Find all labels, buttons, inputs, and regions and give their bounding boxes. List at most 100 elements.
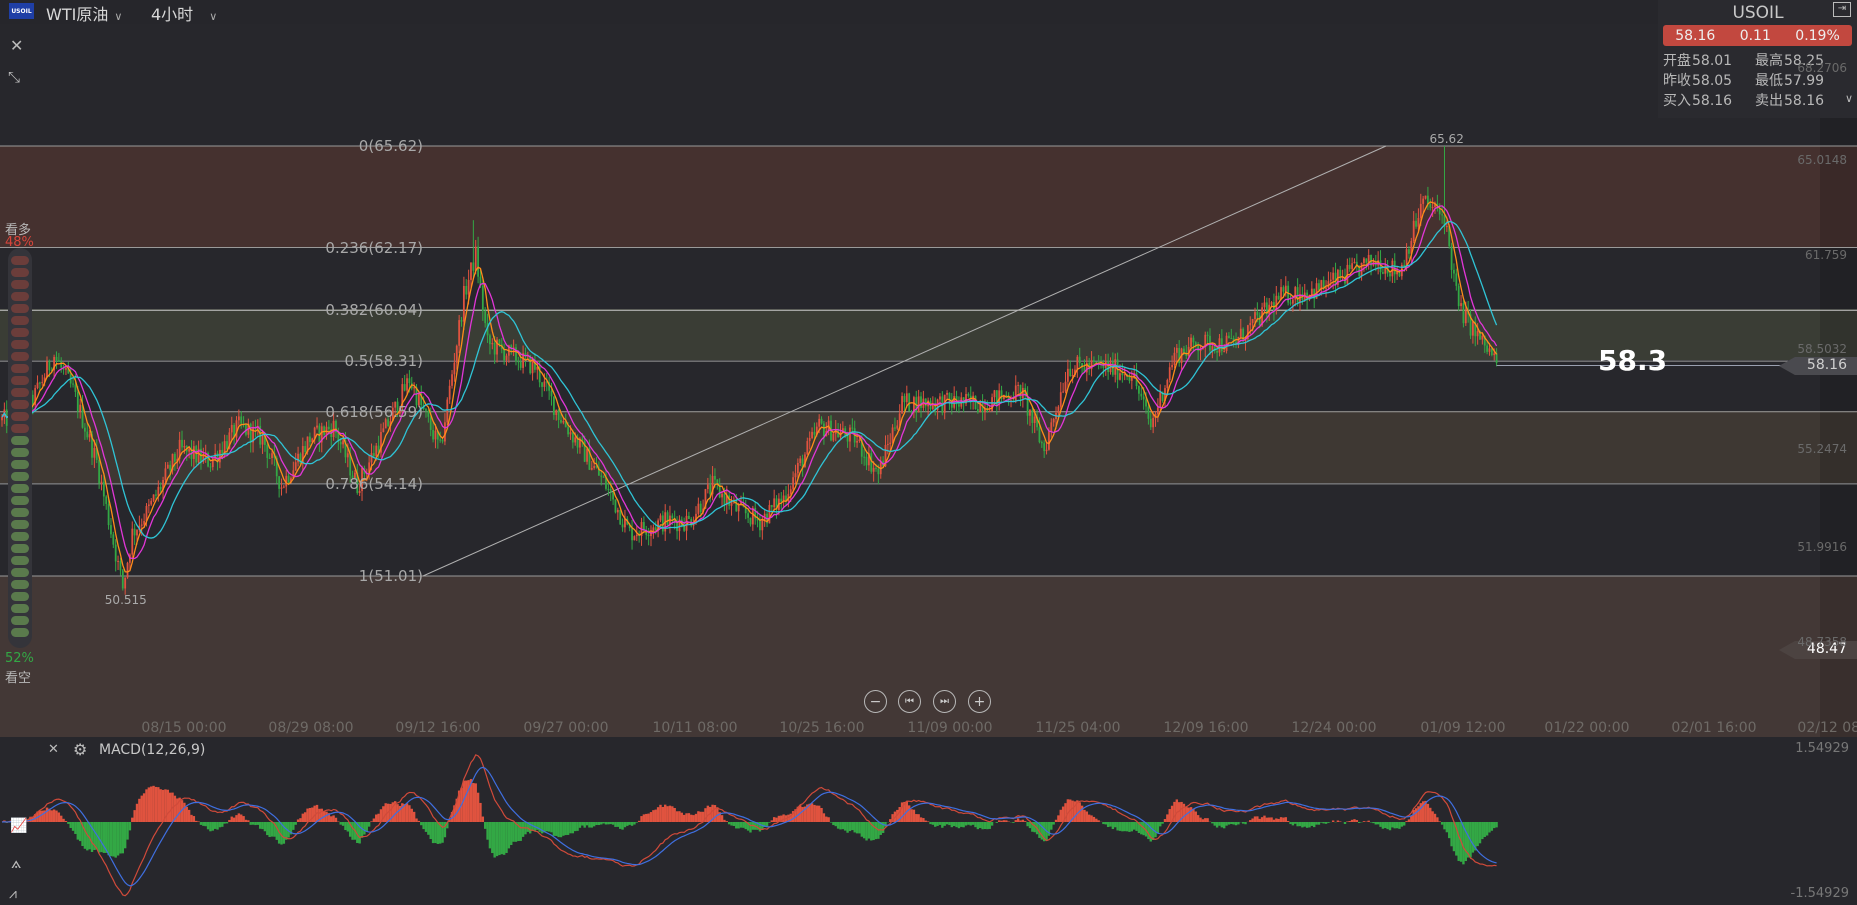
- candle-body: [435, 431, 437, 440]
- macd-histogram-bar: [1221, 822, 1223, 827]
- candle-body: [1391, 261, 1393, 277]
- candle-body: [1349, 265, 1351, 269]
- macd-histogram-bar: [967, 822, 969, 825]
- macd-histogram-bar: [62, 819, 64, 822]
- y-axis-label: 51.9916: [1797, 540, 1847, 554]
- candle-body: [821, 419, 823, 424]
- scroll-start-button[interactable]: ⏮: [898, 690, 921, 713]
- macd-histogram-bar: [1266, 818, 1268, 822]
- scroll-end-button[interactable]: ⏭: [933, 690, 956, 713]
- macd-histogram-bar: [1472, 822, 1474, 853]
- candle-body: [454, 363, 456, 375]
- macd-histogram-bar: [441, 822, 443, 843]
- macd-histogram-bar: [593, 822, 595, 826]
- expand-chevron-icon[interactable]: ∨: [1845, 92, 1853, 105]
- macd-histogram-bar: [1237, 822, 1239, 824]
- collapse-icon[interactable]: ⤡: [8, 68, 20, 86]
- candle-body: [1389, 273, 1391, 276]
- macd-histogram-bar: [1450, 822, 1452, 846]
- macd-histogram-bar: [299, 818, 301, 822]
- macd-histogram-bar: [624, 822, 626, 827]
- candle-body: [1325, 288, 1327, 289]
- candle-body: [238, 416, 240, 420]
- zoom-in-button[interactable]: +: [968, 690, 991, 713]
- macd-histogram-bar: [1389, 822, 1391, 830]
- bear-pill: [11, 508, 29, 517]
- drawing-compass-icon[interactable]: ⟑: [11, 853, 21, 873]
- zoom-out-button[interactable]: −: [864, 690, 887, 713]
- macd-histogram-bar: [1126, 822, 1128, 831]
- waveform-icon[interactable]: ⩘: [9, 886, 17, 902]
- macd-histogram-bar: [588, 822, 590, 828]
- candle-body: [1493, 353, 1495, 355]
- timeframe-selector[interactable]: 4小时∨: [151, 1, 217, 25]
- candle-body: [1463, 303, 1465, 323]
- candle-body: [136, 530, 138, 535]
- candle-body: [425, 409, 427, 411]
- candle-body: [1453, 270, 1455, 274]
- macd-histogram-bar: [1119, 822, 1121, 831]
- candle-body: [446, 400, 448, 423]
- close-icon[interactable]: ✕: [10, 36, 23, 55]
- indicator-chart-icon[interactable]: 📈: [10, 818, 27, 834]
- candle-body: [1249, 323, 1251, 325]
- x-axis-label: 02/01 16:00: [1671, 720, 1756, 736]
- macd-histogram-bar: [363, 822, 365, 835]
- macd-histogram-bar: [908, 805, 910, 822]
- macd-histogram-bar: [1026, 822, 1028, 826]
- exit-panel-icon[interactable]: ⇥: [1833, 2, 1851, 17]
- macd-histogram-bar: [1223, 822, 1225, 828]
- candle-body: [84, 428, 86, 432]
- macd-histogram-bar: [910, 809, 912, 822]
- candle-body: [1477, 331, 1479, 336]
- price-line-label: 58.3: [1598, 344, 1667, 377]
- macd-histogram-bar: [1315, 822, 1317, 825]
- macd-histogram-bar: [1105, 822, 1107, 824]
- macd-histogram-bar: [1396, 822, 1398, 828]
- macd-panel[interactable]: [0, 737, 1857, 901]
- candle-body: [652, 527, 654, 531]
- macd-histogram-bar: [411, 809, 413, 822]
- candle-body: [1278, 296, 1280, 300]
- macd-histogram-bar: [707, 806, 709, 822]
- prev-close-label: 昨收: [1663, 70, 1692, 90]
- candle-body: [1465, 310, 1467, 323]
- candle-body: [1, 417, 3, 420]
- macd-histogram-bar: [489, 822, 491, 848]
- candle-body: [700, 504, 702, 513]
- macd-histogram-bar: [228, 820, 230, 822]
- candle-body: [430, 417, 432, 430]
- macd-histogram-bar: [598, 822, 600, 825]
- macd-histogram-bar: [986, 822, 988, 829]
- macd-histogram-bar: [925, 821, 927, 822]
- candle-body: [65, 368, 67, 370]
- macd-dif-line: [2, 755, 1497, 896]
- macd-histogram-bar: [640, 816, 642, 822]
- candle-body: [295, 462, 297, 470]
- candle-body: [115, 545, 117, 562]
- candle-body: [799, 458, 801, 463]
- candle-body: [1441, 214, 1443, 215]
- macd-histogram-bar: [221, 822, 223, 827]
- macd-histogram-bar: [1005, 820, 1007, 822]
- macd-histogram-bar: [1337, 821, 1339, 822]
- symbol-selector[interactable]: WTI原油∨: [46, 1, 122, 25]
- macd-settings-gear-icon[interactable]: ⚙: [73, 740, 87, 759]
- y-axis-label: 55.2474: [1797, 442, 1847, 456]
- candle-body: [532, 360, 534, 373]
- candle-body: [1043, 443, 1045, 451]
- candle-body: [591, 468, 593, 470]
- macd-histogram-bar: [643, 814, 645, 822]
- macd-histogram-bar: [368, 822, 370, 827]
- macd-histogram-bar: [832, 822, 834, 825]
- ma10-line: [2, 206, 1497, 559]
- macd-histogram-bar: [700, 812, 702, 822]
- macd-histogram-bar: [325, 812, 327, 822]
- candle-body: [1190, 338, 1192, 347]
- candle-body: [93, 448, 95, 458]
- macd-close-icon[interactable]: ✕: [48, 742, 59, 757]
- macd-histogram-bar: [818, 806, 820, 822]
- macd-histogram-bar: [219, 822, 221, 827]
- candle-body: [131, 529, 133, 555]
- candle-body: [1292, 300, 1294, 304]
